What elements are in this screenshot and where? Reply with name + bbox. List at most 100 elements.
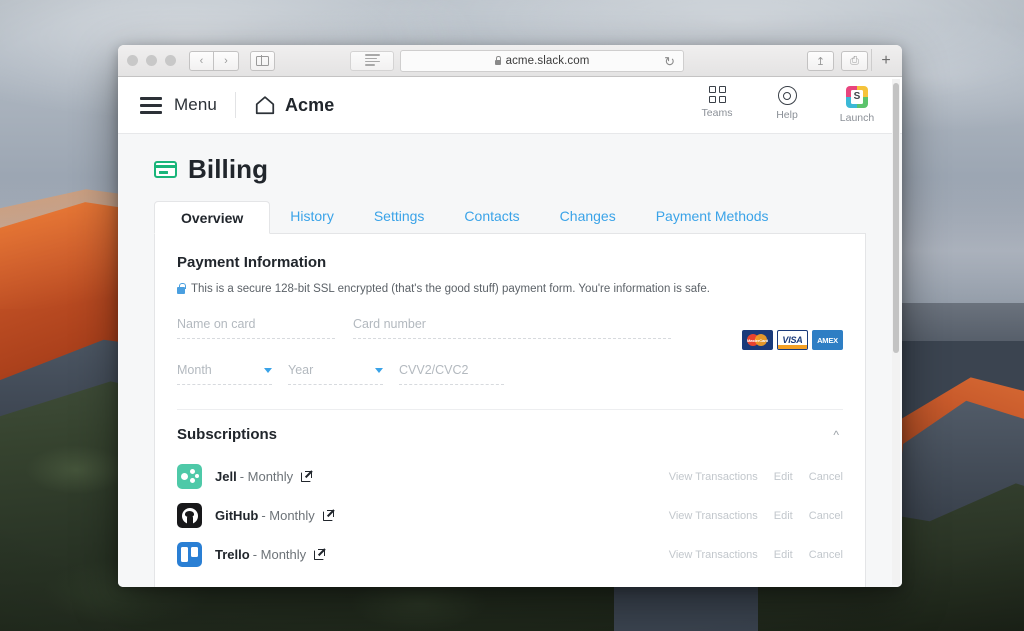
- edit-link[interactable]: Edit: [774, 471, 793, 483]
- header-divider: [234, 92, 236, 118]
- forward-icon[interactable]: ›: [214, 50, 239, 71]
- external-link-icon[interactable]: [301, 470, 313, 482]
- window-traffic-lights: [127, 55, 176, 66]
- subscription-actions: View Transactions Edit Cancel: [669, 549, 843, 561]
- reload-icon[interactable]: ↻: [664, 55, 675, 69]
- edit-link[interactable]: Edit: [774, 549, 793, 561]
- tab-overview[interactable]: Overview: [154, 201, 271, 234]
- tab-history[interactable]: History: [270, 200, 354, 233]
- lock-icon: [494, 56, 502, 65]
- tab-bar: Overview History Settings Contacts Chang…: [154, 201, 866, 234]
- nav-teams-label: Teams: [701, 107, 733, 119]
- nav-teams[interactable]: Teams: [694, 86, 740, 119]
- section-divider: [177, 409, 843, 410]
- subscription-actions: View Transactions Edit Cancel: [669, 510, 843, 522]
- sidebar-toggle-icon[interactable]: [250, 50, 275, 71]
- cancel-link[interactable]: Cancel: [809, 510, 843, 522]
- desktop-background: ‹ › acme.slack.com ↻ ↥ ⎙ + Menu Acme Tea…: [0, 0, 1024, 631]
- subscription-period: - Monthly: [252, 547, 307, 562]
- secure-note-text: This is a secure 128-bit SSL encrypted (…: [191, 283, 710, 295]
- accepted-cards: MasterCard VISA AMEX: [742, 330, 843, 350]
- expiry-year-label: Year: [288, 363, 314, 377]
- cancel-link[interactable]: Cancel: [809, 549, 843, 561]
- nav-launch-label: Launch: [839, 112, 875, 124]
- menu-button[interactable]: Menu: [140, 95, 217, 115]
- page-body: Billing Overview History Settings Contac…: [118, 134, 902, 587]
- org-name: Acme: [284, 94, 335, 115]
- teams-grid-icon: [708, 86, 726, 103]
- tab-payment-methods[interactable]: Payment Methods: [636, 200, 789, 233]
- chevron-up-icon[interactable]: ^: [829, 428, 843, 442]
- maximize-window-button[interactable]: [165, 55, 176, 66]
- subscription-period: - Monthly: [239, 469, 294, 484]
- list-item: Trello - Monthly View Transactions Edit …: [177, 535, 843, 574]
- subscription-name: Trello: [215, 547, 250, 562]
- safari-browser-window: ‹ › acme.slack.com ↻ ↥ ⎙ + Menu Acme Tea…: [118, 45, 902, 587]
- toolbar-right-buttons: ↥ ⎙: [807, 51, 868, 71]
- secure-form-note: This is a secure 128-bit SSL encrypted (…: [177, 282, 843, 295]
- expiry-year-select[interactable]: Year: [288, 363, 383, 385]
- card-number-input[interactable]: Card number: [353, 317, 671, 339]
- help-circle-icon: [777, 86, 797, 105]
- new-tab-icon[interactable]: +: [874, 48, 898, 74]
- subscription-name: Jell: [215, 469, 237, 484]
- vertical-scrollbar[interactable]: [892, 79, 900, 585]
- tab-settings[interactable]: Settings: [354, 200, 445, 233]
- subscription-actions: View Transactions Edit Cancel: [669, 471, 843, 483]
- page-viewport: Menu Acme Teams Help S Launch Billing Ov…: [118, 77, 902, 587]
- subscription-period: - Monthly: [261, 508, 315, 523]
- external-link-icon[interactable]: [314, 548, 326, 560]
- page-title: Billing: [188, 154, 269, 184]
- reader-view-icon[interactable]: [350, 51, 394, 71]
- share-icon[interactable]: ↥: [807, 51, 834, 71]
- header-right-nav: Teams Help S Launch: [694, 86, 886, 124]
- visa-icon: VISA: [777, 330, 808, 350]
- tab-changes[interactable]: Changes: [540, 200, 636, 233]
- home-icon: [255, 96, 275, 115]
- mastercard-icon: MasterCard: [742, 330, 773, 350]
- name-on-card-input[interactable]: Name on card: [177, 317, 335, 339]
- navigation-buttons: ‹ ›: [189, 50, 275, 71]
- browser-toolbar: ‹ › acme.slack.com ↻ ↥ ⎙ +: [118, 45, 902, 77]
- edit-link[interactable]: Edit: [774, 510, 793, 522]
- payment-information-heading: Payment Information: [177, 254, 327, 271]
- back-icon[interactable]: ‹: [189, 50, 214, 71]
- trello-logo-icon: [177, 542, 202, 567]
- nav-help-label: Help: [776, 109, 798, 121]
- slack-logo-icon: S: [846, 86, 868, 108]
- address-bar[interactable]: acme.slack.com ↻: [400, 50, 684, 72]
- lock-icon: [177, 282, 186, 294]
- credit-card-icon: [154, 161, 177, 178]
- view-transactions-link[interactable]: View Transactions: [669, 510, 758, 522]
- subscriptions-header: Subscriptions ^: [177, 426, 843, 443]
- cvv-input[interactable]: CVV2/CVC2: [399, 363, 504, 385]
- page-title-row: Billing: [154, 154, 866, 185]
- menu-label: Menu: [174, 95, 217, 114]
- minimize-window-button[interactable]: [146, 55, 157, 66]
- amex-icon: AMEX: [812, 330, 843, 350]
- chevron-down-icon: [264, 367, 272, 373]
- toolbar-divider: [871, 49, 872, 71]
- external-link-icon[interactable]: [322, 509, 334, 521]
- nav-launch[interactable]: S Launch: [834, 86, 880, 124]
- show-tabs-icon[interactable]: ⎙: [841, 51, 868, 71]
- tab-contacts[interactable]: Contacts: [444, 200, 539, 233]
- view-transactions-link[interactable]: View Transactions: [669, 549, 758, 561]
- overview-panel: Payment Information This is a secure 128…: [154, 234, 866, 587]
- expiry-month-label: Month: [177, 363, 212, 377]
- hamburger-icon: [140, 96, 162, 114]
- card-fields-row-2: Month Year CVV2/CVC2: [177, 363, 843, 385]
- jell-logo-icon: [177, 464, 202, 489]
- app-header: Menu Acme Teams Help S Launch: [118, 77, 902, 134]
- org-home-link[interactable]: Acme: [254, 94, 334, 116]
- expiry-month-select[interactable]: Month: [177, 363, 272, 385]
- github-logo-icon: [177, 503, 202, 528]
- scrollbar-thumb[interactable]: [893, 83, 899, 353]
- close-window-button[interactable]: [127, 55, 138, 66]
- nav-help[interactable]: Help: [764, 86, 810, 121]
- view-transactions-link[interactable]: View Transactions: [669, 471, 758, 483]
- subscriptions-title: Subscriptions: [177, 426, 278, 443]
- list-item: Jell - Monthly View Transactions Edit Ca…: [177, 457, 843, 496]
- url-text: acme.slack.com: [505, 55, 590, 67]
- cancel-link[interactable]: Cancel: [809, 471, 843, 483]
